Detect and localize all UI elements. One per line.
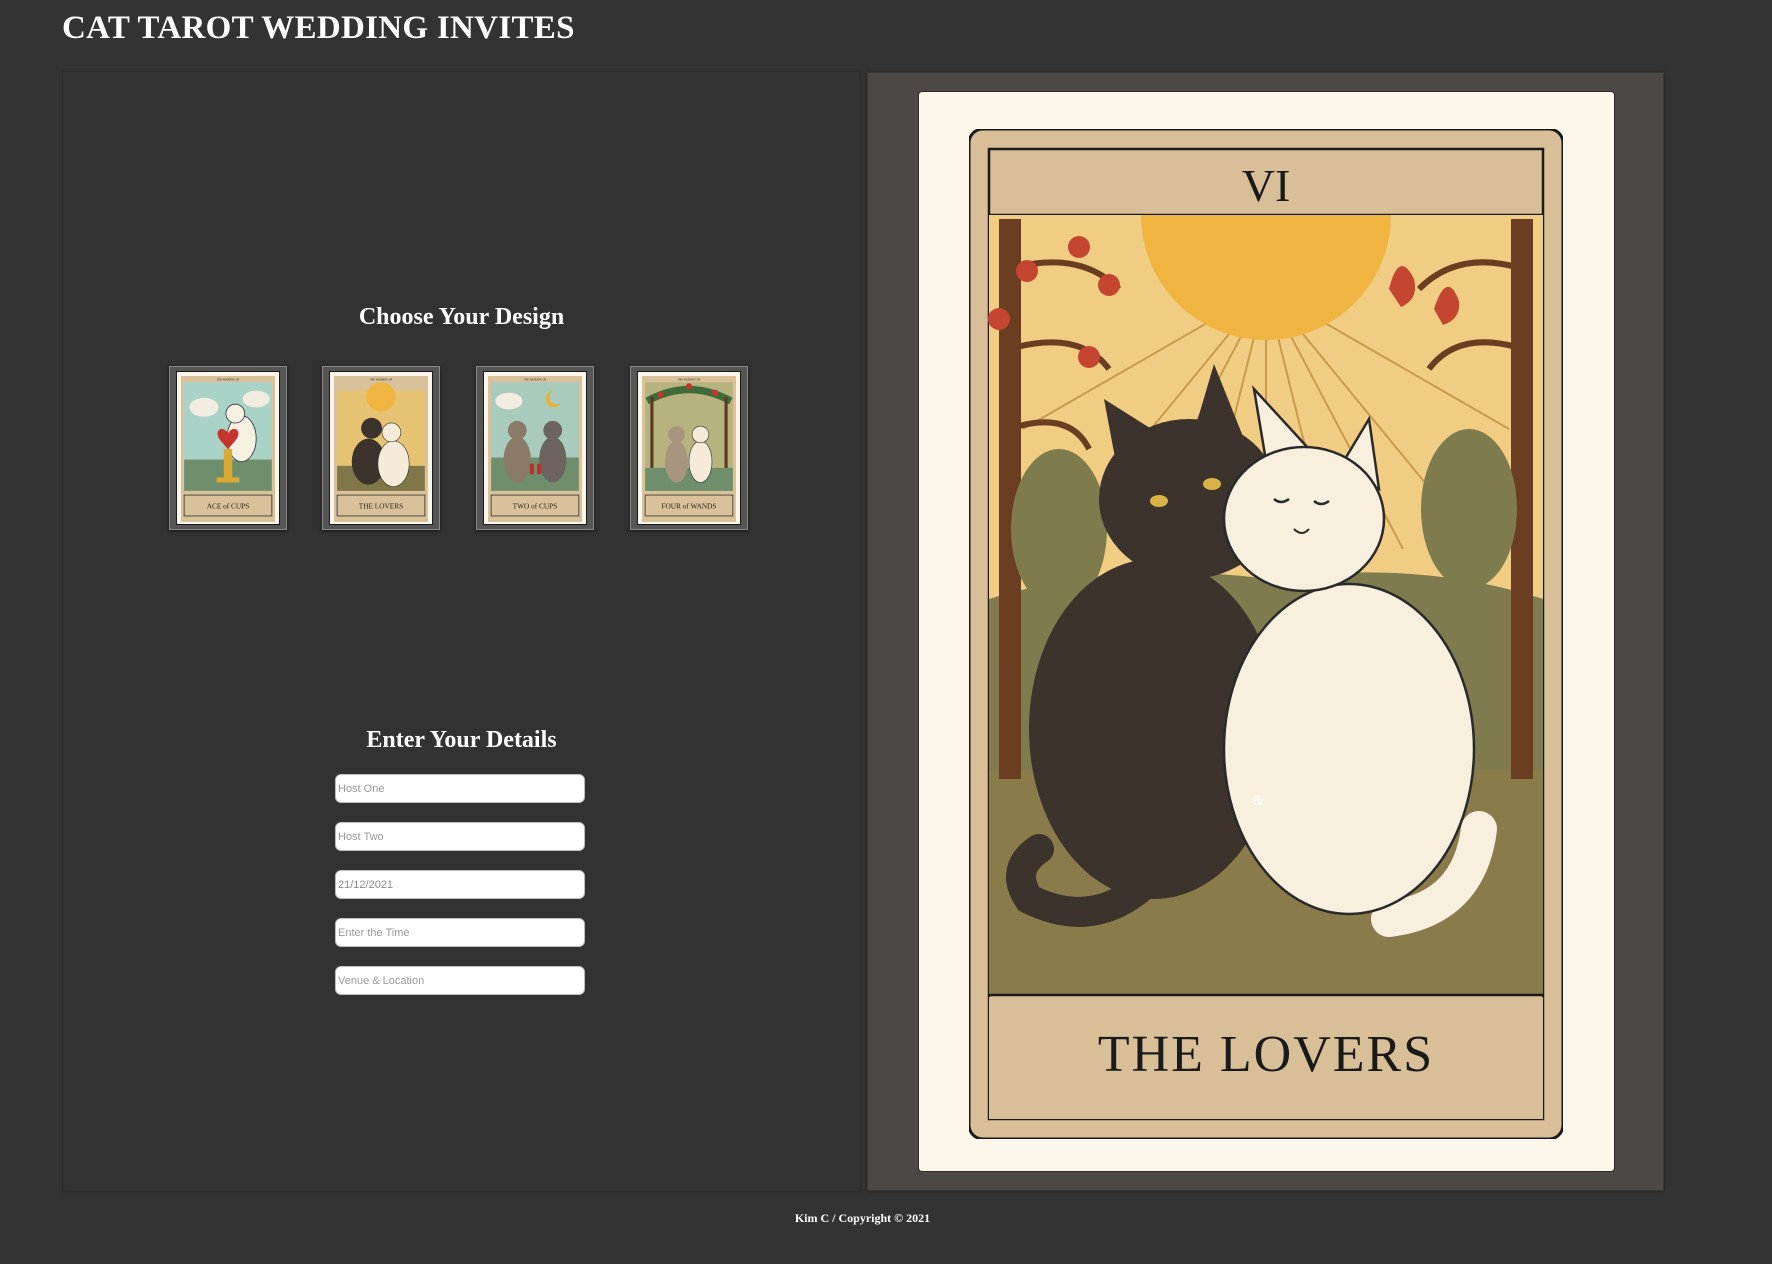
four-of-wands-card-art: THE WEDDING OF FOUR of WANDS bbox=[642, 376, 736, 523]
host-ampersand: & bbox=[1253, 793, 1265, 809]
two-of-cups-card-art: THE WEDDING OF TWO of CUPS bbox=[488, 376, 582, 523]
design-option-four-of-wands[interactable]: THE WEDDING OF FOUR of WANDS bbox=[630, 366, 748, 530]
design-option-ace-of-cups[interactable]: ACE of CUPS THE WEDDING OF bbox=[169, 366, 287, 530]
enter-details-heading: Enter Your Details bbox=[366, 727, 557, 753]
invite-preview-card: VI THE LOVERS & bbox=[918, 91, 1615, 1172]
two-of-cups-label: TWO of CUPS bbox=[513, 502, 558, 511]
design-thumbnail: THE WEDDING OF VI THE LOVERS bbox=[329, 371, 433, 525]
choose-design-heading: Choose Your Design bbox=[358, 304, 565, 330]
design-thumbnail: THE WEDDING OF FOUR of WANDS bbox=[637, 371, 741, 525]
time-input[interactable] bbox=[335, 918, 585, 947]
details-form bbox=[335, 774, 585, 1014]
preview-panel: VI THE LOVERS & bbox=[867, 72, 1664, 1191]
design-thumbnail: ACE of CUPS THE WEDDING OF bbox=[176, 371, 280, 525]
host-two-input[interactable] bbox=[335, 822, 585, 851]
the-lovers-label: THE LOVERS bbox=[359, 502, 403, 511]
design-option-two-of-cups[interactable]: THE WEDDING OF TWO of CUPS bbox=[476, 366, 594, 530]
preview-numeral: VI bbox=[1242, 160, 1291, 211]
design-option-the-lovers[interactable]: THE WEDDING OF VI THE LOVERS bbox=[322, 366, 440, 530]
preview-card-name: THE LOVERS bbox=[1098, 1026, 1434, 1083]
editor-panel: Choose Your Design ACE of CUPS THE WEDDI… bbox=[63, 72, 860, 1191]
date-input[interactable] bbox=[335, 870, 585, 899]
the-lovers-card-art: THE WEDDING OF VI THE LOVERS bbox=[334, 376, 428, 523]
design-thumbnail: THE WEDDING OF TWO of CUPS bbox=[483, 371, 587, 525]
four-of-wands-top-text: THE WEDDING OF bbox=[678, 379, 701, 382]
ace-of-cups-top-text: THE WEDDING OF bbox=[217, 379, 240, 382]
footer-copyright: Kim C / Copyright © 2021 bbox=[794, 1211, 931, 1225]
venue-input[interactable] bbox=[335, 966, 585, 995]
page-title: CAT TAROT WEDDING INVITES bbox=[62, 10, 575, 46]
ace-of-cups-label: ACE of CUPS bbox=[207, 502, 250, 511]
four-of-wands-label: FOUR of WANDS bbox=[661, 502, 716, 511]
two-of-cups-top-text: THE WEDDING OF bbox=[524, 379, 547, 382]
ace-of-cups-card-art: ACE of CUPS THE WEDDING OF bbox=[181, 376, 275, 523]
the-lovers-illustration: VI THE LOVERS bbox=[969, 129, 1563, 1139]
design-options: ACE of CUPS THE WEDDING OF THE WEDDING O… bbox=[169, 366, 759, 532]
host-one-input[interactable] bbox=[335, 774, 585, 803]
